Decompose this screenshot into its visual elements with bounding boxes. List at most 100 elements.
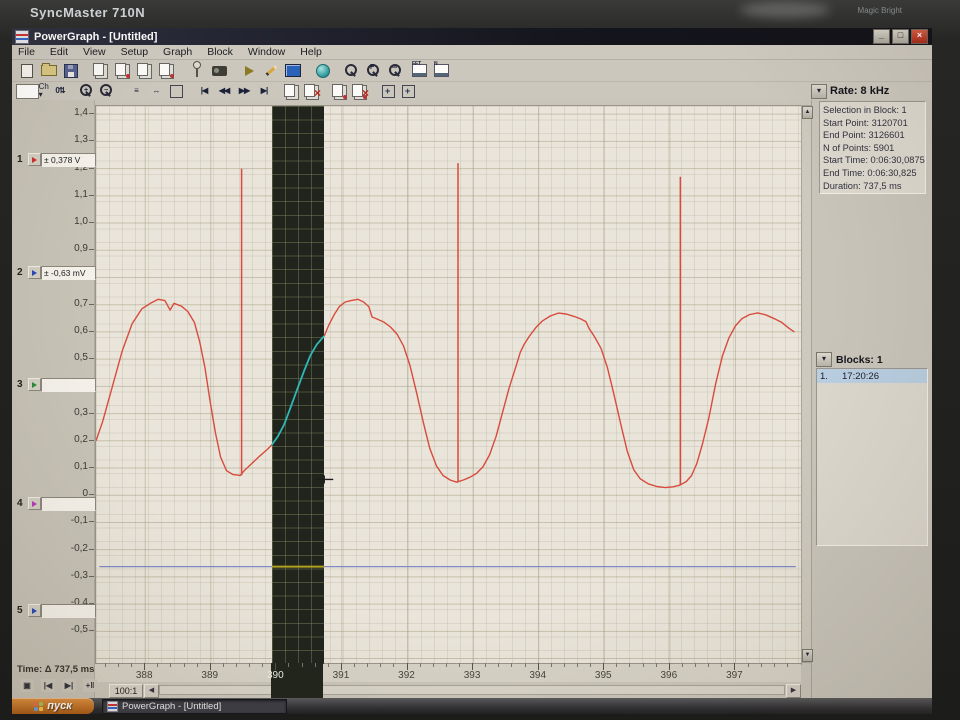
start-acquisition-icon[interactable] <box>238 61 260 80</box>
channel-value-field[interactable]: ± 0,378 V <box>41 153 96 167</box>
save-page-icon[interactable] <box>112 61 134 80</box>
mini-tool-icon[interactable]: +‖ <box>83 679 97 692</box>
split-view-icon[interactable]: ≡ <box>126 84 146 99</box>
copy-block-icon[interactable] <box>134 61 156 80</box>
mini-tool-icon[interactable]: ▣ <box>20 679 34 692</box>
channel-value-field[interactable]: ± -0,63 mV <box>41 266 96 280</box>
blocks-dropdown-button[interactable]: ▾ <box>816 352 832 367</box>
horizontal-scrollbar-track[interactable] <box>159 685 785 695</box>
edit-pencil-icon[interactable] <box>260 61 282 80</box>
x-axis-label: 388 <box>135 670 153 681</box>
waveform-plot[interactable] <box>95 105 802 665</box>
minimize-button[interactable]: _ <box>873 29 890 44</box>
fft-analysis-icon[interactable]: FFT <box>408 61 430 80</box>
zoom-search-icon[interactable] <box>342 61 364 80</box>
y-axis-label: 0,6 <box>74 324 88 336</box>
menu-file[interactable]: File <box>18 46 35 58</box>
x-axis-minor-tick <box>485 663 487 667</box>
close-button[interactable]: × <box>911 29 928 44</box>
menu-help[interactable]: Help <box>300 46 322 58</box>
taskbar-app-button[interactable]: PowerGraph - [Untitled] <box>102 698 287 714</box>
rate-label: Rate: 8 kHz <box>830 85 890 97</box>
copy-page-icon[interactable] <box>90 61 112 80</box>
scroll-right-icon[interactable]: ▶ <box>786 684 801 698</box>
menu-graph[interactable]: Graph <box>163 46 192 58</box>
channel-select-icon[interactable]: Ch ▾ <box>16 83 50 99</box>
fit-frame-icon[interactable] <box>166 84 186 99</box>
zoom-out-icon[interactable]: − <box>98 84 118 99</box>
open-icon[interactable] <box>38 61 60 80</box>
go-first-icon[interactable]: |◀ <box>194 84 214 99</box>
rate-dropdown-button[interactable]: ▾ <box>811 83 827 99</box>
time-scale-indicator[interactable]: 100:1 <box>109 684 143 698</box>
delete-selection-icon[interactable]: × <box>350 83 370 99</box>
go-prev-icon[interactable]: ◀◀ <box>214 84 234 99</box>
display-icon[interactable] <box>282 61 304 80</box>
y-axis-tick <box>89 222 94 224</box>
spectrum-analysis-icon[interactable]: N <box>430 61 452 80</box>
channel-marker-button[interactable] <box>28 153 41 166</box>
menu-setup[interactable]: Setup <box>121 46 148 58</box>
new-icon[interactable] <box>16 61 38 80</box>
zoom-range-icon[interactable]: ∞ <box>386 61 408 80</box>
probe-icon[interactable] <box>186 61 208 80</box>
x-axis-minor-tick <box>301 663 303 667</box>
save-block-icon[interactable] <box>156 61 178 80</box>
mini-tool-icon[interactable]: |◀ <box>41 679 55 692</box>
mini-tool-icon[interactable]: ▶| <box>62 679 76 692</box>
channel-color-arrow-icon <box>32 381 37 388</box>
delete-block-icon[interactable]: × <box>302 83 322 99</box>
go-last-icon[interactable]: ▶| <box>254 84 274 99</box>
save-icon[interactable] <box>60 61 82 80</box>
block-row[interactable]: 1. 17:20:26 <box>817 369 927 383</box>
merge-blocks-icon[interactable] <box>330 83 350 99</box>
channel-marker-button[interactable] <box>28 497 41 510</box>
x-axis-minor-tick <box>642 663 644 667</box>
channel-marker-button[interactable] <box>28 604 41 617</box>
restore-button[interactable]: □ <box>892 29 909 44</box>
expand-y-icon[interactable]: + <box>398 84 418 99</box>
x-axis-label: 392 <box>398 670 415 681</box>
menu-window[interactable]: Window <box>248 46 285 58</box>
rate-row: ▾ Rate: 8 kHz <box>811 82 932 100</box>
expand-x-icon[interactable]: + <box>378 84 398 99</box>
channel-value-field[interactable] <box>41 497 96 511</box>
scroll-down-icon[interactable]: ▼ <box>802 649 813 662</box>
autoscale-icon[interactable]: 0⇅ <box>50 84 70 99</box>
select-block-icon[interactable] <box>282 83 302 99</box>
channel-value-field[interactable] <box>41 604 96 618</box>
plot-traces <box>96 163 796 568</box>
channel-marker-button[interactable] <box>28 266 41 279</box>
menu-block[interactable]: Block <box>207 46 233 58</box>
x-axis-label: 397 <box>726 670 743 681</box>
shift-trace-icon[interactable]: ↔ <box>146 84 166 99</box>
x-axis-minor-tick <box>577 663 579 667</box>
scroll-left-icon[interactable]: ◀ <box>144 684 159 698</box>
y-axis-tick <box>89 113 94 115</box>
channel-value-field[interactable] <box>41 378 96 392</box>
channel-marker-button[interactable] <box>28 378 41 391</box>
record-icon[interactable] <box>208 61 230 80</box>
go-next-icon[interactable]: ▶▶ <box>234 84 254 99</box>
blocks-list[interactable]: 1. 17:20:26 <box>816 368 928 546</box>
start-button[interactable]: пуск <box>12 698 94 714</box>
y-axis-label: 1,0 <box>74 216 88 228</box>
menu-edit[interactable]: Edit <box>50 46 68 58</box>
zoom-in-icon[interactable]: + <box>78 84 98 99</box>
channel-color-arrow-icon <box>32 607 37 614</box>
x-axis-minor-tick <box>458 663 460 667</box>
vertical-scrollbar[interactable]: ▲ ▼ <box>801 105 813 663</box>
zoom-function-icon[interactable]: F <box>364 61 386 80</box>
scroll-up-icon[interactable]: ▲ <box>802 106 813 119</box>
x-axis-minor-tick <box>681 663 683 667</box>
horizontal-scroll-row: 100:1 ◀ ▶ <box>95 682 801 698</box>
network-globe-icon[interactable] <box>312 61 334 80</box>
y-axis-tick <box>89 412 94 414</box>
mini-buttons: ▣ |◀ ▶| +‖ <box>20 679 97 692</box>
x-axis-minor-tick <box>393 663 395 667</box>
x-axis-label: 389 <box>201 670 219 681</box>
channel-number: 2 <box>17 267 23 278</box>
menu-view[interactable]: View <box>83 46 106 58</box>
y-axis-tick <box>89 140 94 142</box>
blocks-header: ▾ Blocks: 1 <box>816 352 929 367</box>
